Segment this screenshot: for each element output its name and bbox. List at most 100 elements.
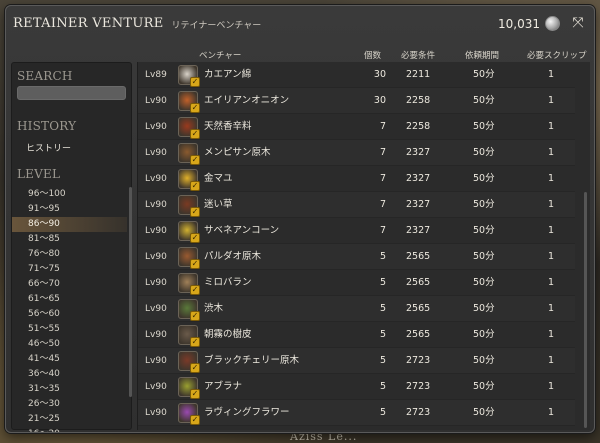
- item-name: メンピサン原木: [204, 147, 271, 158]
- venture-row[interactable]: Lv90 ✓ 迷い草 7 2327 50分 1: [138, 192, 575, 218]
- flower-icon: ✓: [178, 377, 200, 399]
- sidebar-scrollbar[interactable]: [129, 187, 132, 397]
- item-requirement: 2211: [406, 69, 431, 80]
- checkmark-badge-icon: ✓: [190, 207, 200, 217]
- item-quantity: 30: [373, 95, 386, 106]
- item-name: エイリアンオニオン: [204, 95, 290, 106]
- item-quantity: 5: [379, 329, 386, 340]
- checkmark-badge-icon: ✓: [190, 285, 200, 295]
- item-level: Lv90: [145, 252, 167, 262]
- venture-row[interactable]: Lv90 ✓ ブラックチェリー原木 5 2723 50分 1: [138, 348, 575, 374]
- item-scrip: 1: [548, 69, 555, 80]
- venture-row[interactable]: Lv90 ✓ アブラナ 5 2723 50分 1: [138, 374, 575, 400]
- search-input[interactable]: [17, 86, 126, 100]
- retainer-venture-window: RETAINER VENTURE リテイナーベンチャー 10,031 ⤧ SEA…: [5, 5, 595, 433]
- item-name: 迷い草: [204, 199, 233, 210]
- level-filter-item[interactable]: 81～85: [12, 232, 127, 247]
- item-name: パルダオ原木: [204, 251, 262, 262]
- col-duration[interactable]: 依頼期間: [465, 49, 499, 61]
- item-level: Lv90: [145, 148, 167, 158]
- item-scrip: 1: [548, 329, 555, 340]
- item-quantity: 5: [379, 355, 386, 366]
- cocoon-icon: ✓: [178, 169, 200, 191]
- venture-row[interactable]: Lv90 ✓ ミロバラン 5 2565 50分 1: [138, 270, 575, 296]
- venture-row[interactable]: Lv90 ✓ 朝霧の樹皮 5 2565 50分 1: [138, 322, 575, 348]
- collapse-icon[interactable]: ⤧: [570, 15, 586, 31]
- item-requirement: 2327: [406, 173, 431, 184]
- level-filter-item[interactable]: 46～50: [12, 337, 127, 352]
- level-filter-item[interactable]: 51～55: [12, 322, 127, 337]
- level-filter-item[interactable]: 21～25: [12, 412, 127, 427]
- item-scrip: 1: [548, 225, 555, 236]
- item-name: カエアン綿: [204, 69, 252, 80]
- item-quantity: 5: [379, 277, 386, 288]
- item-duration: 50分: [473, 381, 495, 392]
- item-name: 朝霧の樹皮: [204, 329, 252, 340]
- item-scrip: 1: [548, 173, 555, 184]
- history-heading: HISTORY: [17, 119, 77, 133]
- item-duration: 50分: [473, 173, 495, 184]
- venture-row[interactable]: Lv90 ✓ 渋木 5 2565 50分 1: [138, 296, 575, 322]
- item-duration: 50分: [473, 225, 495, 236]
- fruit-icon: ✓: [178, 273, 200, 295]
- item-duration: 50分: [473, 329, 495, 340]
- venture-row[interactable]: Lv90 ✓ メンピサン原木 7 2327 50分 1: [138, 140, 575, 166]
- item-quantity: 30: [373, 69, 386, 80]
- col-requirement[interactable]: 必要条件: [401, 49, 435, 61]
- level-filter-item[interactable]: 31～35: [12, 382, 127, 397]
- venture-row[interactable]: Lv90 ✓ エイリアンオニオン 30 2258 50分 1: [138, 88, 575, 114]
- level-filter-item[interactable]: 41～45: [12, 352, 127, 367]
- grass-icon: ✓: [178, 195, 200, 217]
- venture-row[interactable]: Lv90 ✓ 天然香辛料 7 2258 50分 1: [138, 114, 575, 140]
- corn-icon: ✓: [178, 221, 200, 243]
- venture-row[interactable]: Lv90 ✓ サベネアンコーン 7 2327 50分 1: [138, 218, 575, 244]
- item-scrip: 1: [548, 407, 555, 418]
- level-filter-item[interactable]: 96～100: [12, 187, 127, 202]
- level-filter-item[interactable]: 61～65: [12, 292, 127, 307]
- venture-list: Lv89 ✓ カエアン綿 30 2211 50分 1 Lv90 ✓ エイリアンオニオン 30 2258…: [137, 62, 590, 430]
- level-filter-item[interactable]: 91～95: [12, 202, 127, 217]
- search-heading: SEARCH: [17, 69, 73, 83]
- item-level: Lv90: [145, 304, 167, 314]
- venture-row[interactable]: Lv90 ✓ ラヴィングフラワー 5 2723 50分 1: [138, 400, 575, 426]
- item-quantity: 7: [379, 121, 386, 132]
- col-qty[interactable]: 個数: [364, 49, 381, 61]
- list-scrollbar[interactable]: [584, 192, 587, 428]
- venture-row[interactable]: Lv90 ✓ パルダオ原木 5 2565 50分 1: [138, 244, 575, 270]
- item-scrip: 1: [548, 277, 555, 288]
- venture-row[interactable]: Lv89 ✓ カエアン綿 30 2211 50分 1: [138, 62, 575, 88]
- item-duration: 50分: [473, 277, 495, 288]
- item-level: Lv90: [145, 408, 167, 418]
- item-level: Lv90: [145, 278, 167, 288]
- checkmark-badge-icon: ✓: [190, 389, 200, 399]
- item-requirement: 2258: [406, 95, 431, 106]
- item-requirement: 2723: [406, 381, 431, 392]
- item-level: Lv90: [145, 122, 167, 132]
- item-quantity: 5: [379, 303, 386, 314]
- level-filter-item[interactable]: 76～80: [12, 247, 127, 262]
- checkmark-badge-icon: ✓: [190, 363, 200, 373]
- item-duration: 50分: [473, 407, 495, 418]
- level-filter-item[interactable]: 86～90: [12, 217, 127, 232]
- level-filter-item[interactable]: 56～60: [12, 307, 127, 322]
- gil-amount: 10,031: [498, 16, 540, 31]
- level-filter-item[interactable]: 66～70: [12, 277, 127, 292]
- col-venture[interactable]: ベンチャー: [199, 49, 241, 61]
- item-name: アブラナ: [204, 381, 243, 392]
- item-quantity: 7: [379, 147, 386, 158]
- level-filter-item[interactable]: 36～40: [12, 367, 127, 382]
- col-scrip[interactable]: 必要スクリップ: [527, 49, 587, 61]
- item-requirement: 2565: [406, 329, 431, 340]
- level-filter-item[interactable]: 16～20: [12, 427, 127, 432]
- item-name: ラヴィングフラワー: [204, 407, 290, 418]
- item-level: Lv89: [145, 70, 167, 80]
- level-filter-item[interactable]: 26～30: [12, 397, 127, 412]
- log-icon: ✓: [178, 351, 200, 373]
- history-item[interactable]: ヒストリー: [26, 141, 71, 154]
- checkmark-badge-icon: ✓: [190, 337, 200, 347]
- level-filter-item[interactable]: 71～75: [12, 262, 127, 277]
- venture-row[interactable]: Lv90 ✓ 金マユ 7 2327 50分 1: [138, 166, 575, 192]
- item-level: Lv90: [145, 200, 167, 210]
- item-name: 天然香辛料: [204, 121, 252, 132]
- item-scrip: 1: [548, 95, 555, 106]
